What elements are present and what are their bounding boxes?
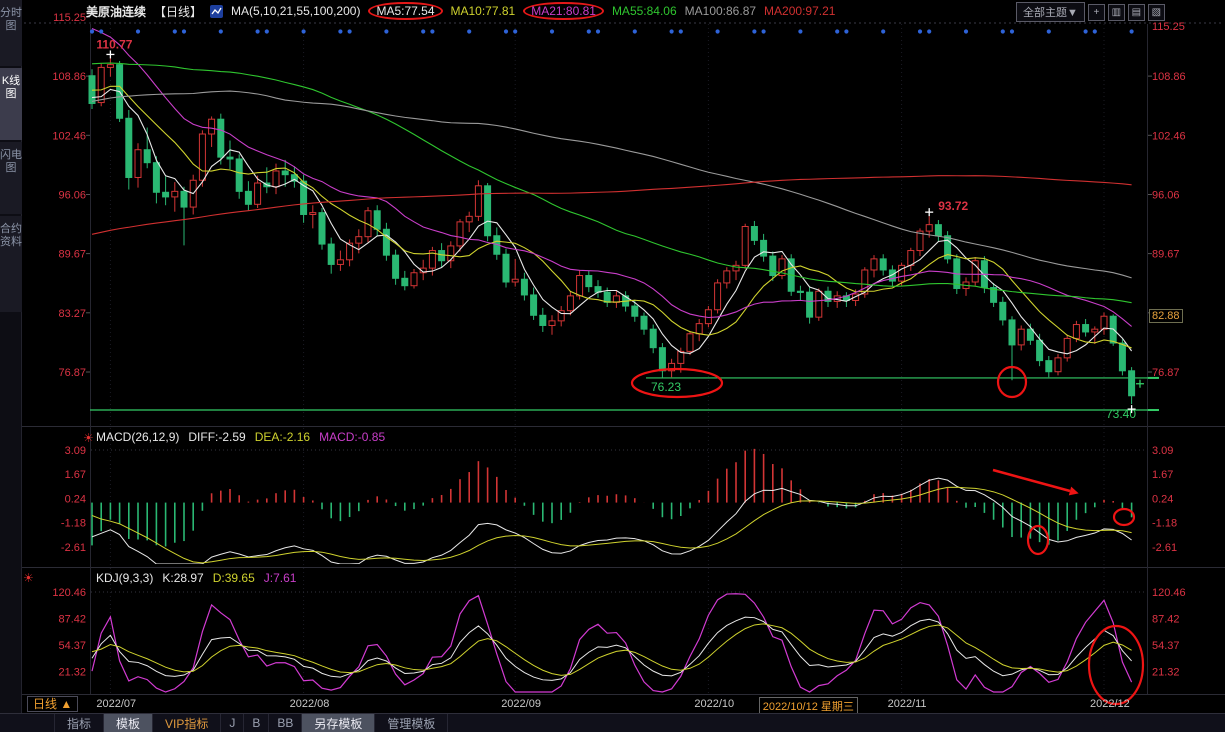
pan-icon[interactable]: + — [1088, 4, 1105, 21]
svg-text:102.46: 102.46 — [1152, 130, 1186, 142]
svg-text:120.46: 120.46 — [52, 587, 86, 599]
ma55-legend: MA55:84.06 — [612, 4, 677, 18]
period-tag: 【日线】 — [154, 3, 202, 20]
ma5-legend: MA5:77.54 — [368, 2, 442, 20]
macd-diff-value: DIFF:-2.59 — [188, 430, 245, 444]
fit-height-icon[interactable]: ▥ — [1108, 4, 1125, 21]
svg-text:96.06: 96.06 — [58, 190, 86, 202]
svg-text:108.86: 108.86 — [1152, 71, 1186, 83]
macd-formula: MACD(26,12,9) — [96, 430, 179, 444]
svg-text:102.46: 102.46 — [52, 130, 86, 142]
header-controls: 全部主题▼ + ▥ ▤ ▧ — [1016, 2, 1165, 22]
xaxis-month-label: 2022/08 — [290, 698, 330, 710]
bottom-toolbar: 指标 模板 VIP指标 J B BB 另存模板 管理模板 — [0, 713, 1225, 732]
svg-text:54.37: 54.37 — [58, 640, 86, 652]
xaxis-month-label: 2022/07 — [96, 698, 136, 710]
svg-text:1.67: 1.67 — [1152, 469, 1173, 481]
svg-text:-1.18: -1.18 — [1152, 518, 1177, 530]
svg-text:0.24: 0.24 — [1152, 494, 1173, 506]
kdj-j-value: J:7.61 — [264, 571, 297, 585]
sidebar-item-contract-info[interactable]: 合约资料 — [0, 216, 22, 312]
kdj-formula: KDJ(9,3,3) — [96, 571, 153, 585]
svg-text:21.32: 21.32 — [1152, 667, 1180, 679]
sidebar-item-label: 闪电图 — [0, 149, 22, 174]
tab-manage-template[interactable]: 管理模板 — [375, 714, 448, 732]
macd-indicator-sun-icon: ☀ — [83, 431, 94, 445]
tab-b[interactable]: B — [244, 714, 269, 732]
svg-text:115.25: 115.25 — [1152, 21, 1185, 33]
kdj-d-value: D:39.65 — [213, 571, 255, 585]
ma21-legend: MA21:80.81 — [523, 2, 604, 20]
svg-text:89.67: 89.67 — [58, 249, 86, 261]
xaxis-row: 日线 ▲ 2022/072022/082022/092022/102022/10… — [0, 695, 1225, 713]
ma10-legend: MA10:77.81 — [451, 4, 516, 18]
ma200-legend: MA200:97.21 — [764, 4, 835, 18]
tab-vip-indicator[interactable]: VIP指标 — [153, 714, 221, 732]
svg-text:87.42: 87.42 — [1152, 614, 1180, 626]
svg-text:3.09: 3.09 — [65, 445, 86, 457]
expand-pane-icon[interactable]: ▧ — [1148, 4, 1165, 21]
tab-bb[interactable]: BB — [269, 714, 302, 732]
svg-text:-1.18: -1.18 — [61, 518, 86, 530]
sidebar-item-kline-chart[interactable]: K线图 — [0, 68, 22, 140]
tab-save-template[interactable]: 另存模板 — [302, 714, 375, 732]
svg-text:-2.61: -2.61 — [1152, 542, 1177, 554]
theme-dropdown-button[interactable]: 全部主题▼ — [1016, 2, 1085, 22]
sidebar-item-label: 分时图 — [0, 7, 22, 32]
svg-text:76.23: 76.23 — [651, 380, 681, 394]
xaxis-month-label: 2022/09 — [501, 698, 541, 710]
svg-text:54.37: 54.37 — [1152, 640, 1180, 652]
svg-text:87.42: 87.42 — [58, 614, 86, 626]
last-price-badge: 82.88 — [1149, 309, 1183, 323]
sidebar-item-flash-chart[interactable]: 闪电图 — [0, 142, 22, 214]
macd-header: MACD(26,12,9) DIFF:-2.59 DEA:-2.16 MACD:… — [96, 430, 385, 444]
symbol-title: 美原油连续 — [86, 3, 146, 20]
sidebar-item-label: 合约资料 — [0, 223, 22, 248]
kdj-header: KDJ(9,3,3) K:28.97 D:39.65 J:7.61 — [96, 571, 296, 585]
tab-j[interactable]: J — [221, 714, 244, 732]
svg-text:89.67: 89.67 — [1152, 249, 1180, 261]
svg-text:21.32: 21.32 — [58, 667, 86, 679]
chart-canvas[interactable]: 115.25 115.25 108.86 108.86 102.46 102.46 96.0… — [0, 0, 1225, 713]
macd-dea-value: DEA:-2.16 — [255, 430, 310, 444]
fit-width-icon[interactable]: ▤ — [1128, 4, 1145, 21]
tab-indicator[interactable]: 指标 — [54, 714, 104, 732]
svg-text:120.46: 120.46 — [1152, 587, 1186, 599]
svg-text:96.06: 96.06 — [1152, 190, 1180, 202]
svg-text:76.87: 76.87 — [58, 367, 86, 379]
left-sidebar: 分时图 K线图 闪电图 合约资料 — [0, 0, 22, 732]
xaxis-month-label: 2022/12 — [1090, 698, 1130, 710]
sidebar-item-timeline-chart[interactable]: 分时图 — [0, 0, 22, 66]
tab-template[interactable]: 模板 — [104, 714, 153, 732]
svg-text:108.86: 108.86 — [52, 71, 86, 83]
xaxis-month-label: 2022/11 — [888, 698, 927, 710]
svg-text:115.25: 115.25 — [53, 12, 86, 24]
svg-text:93.72: 93.72 — [938, 199, 968, 213]
sidebar-item-label: K线图 — [2, 75, 20, 100]
svg-text:1.67: 1.67 — [65, 469, 86, 481]
svg-text:-2.61: -2.61 — [61, 542, 86, 554]
kline-logo-icon — [210, 5, 223, 18]
period-selector[interactable]: 日线 ▲ — [27, 696, 78, 712]
chart-header: 美原油连续 【日线】 MA(5,10,21,55,100,200) MA5:77… — [86, 0, 835, 22]
ma-formula: MA(5,10,21,55,100,200) — [231, 4, 360, 18]
xaxis-month-label: 2022/10 — [694, 698, 734, 710]
kdj-indicator-sun-icon: ☀ — [23, 571, 34, 585]
svg-text:0.24: 0.24 — [65, 494, 86, 506]
kdj-k-value: K:28.97 — [162, 571, 203, 585]
svg-text:83.27: 83.27 — [58, 308, 86, 320]
svg-text:110.77: 110.77 — [96, 37, 132, 51]
macd-macd-value: MACD:-0.85 — [319, 430, 385, 444]
svg-text:3.09: 3.09 — [1152, 445, 1173, 457]
ma100-legend: MA100:86.87 — [685, 4, 756, 18]
